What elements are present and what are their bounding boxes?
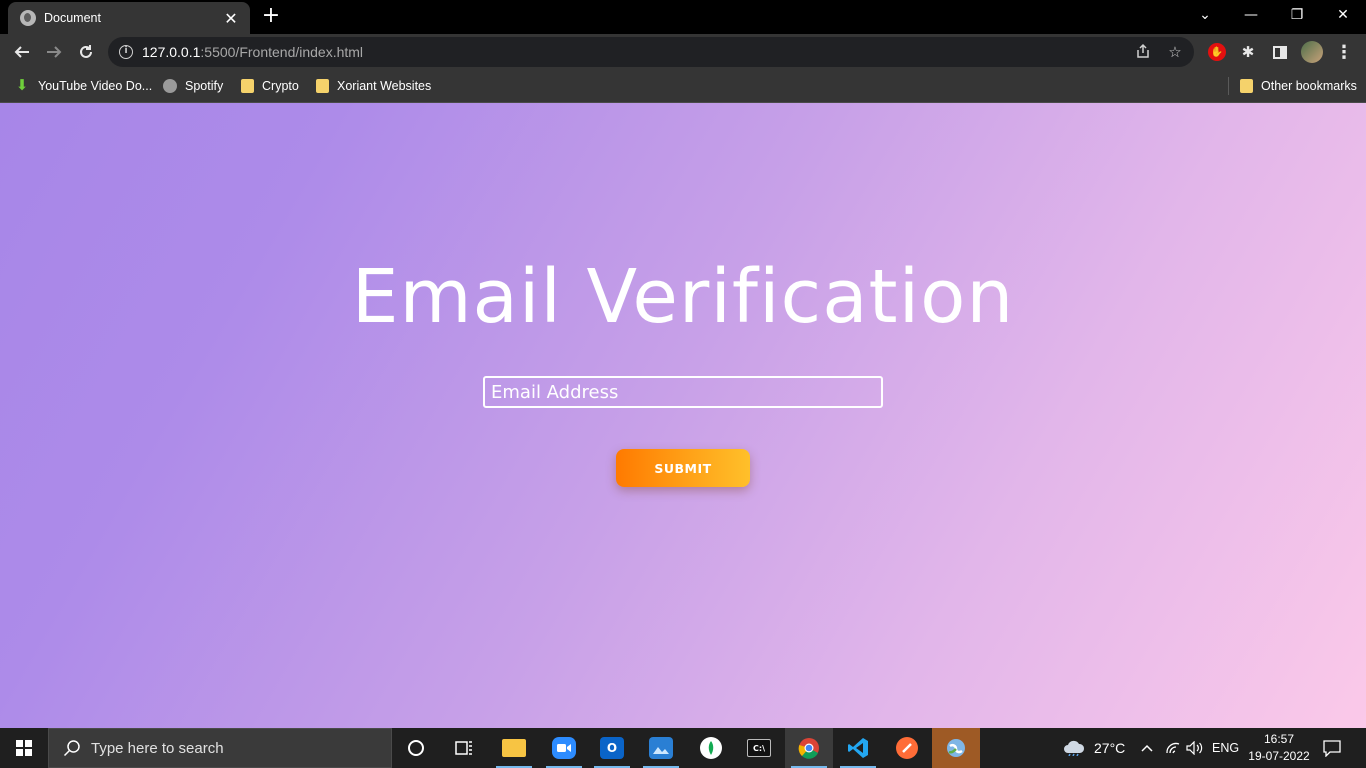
notification-icon[interactable] (1322, 728, 1342, 768)
start-button[interactable] (0, 728, 48, 768)
url-host: 127.0.0.1 (142, 44, 201, 60)
side-panel-icon[interactable] (1271, 43, 1289, 61)
windows-logo-icon (16, 740, 32, 756)
close-tab-icon[interactable]: ✕ (222, 9, 240, 28)
tab-title: Document (44, 11, 101, 25)
profile-avatar[interactable] (1301, 41, 1323, 63)
browser-menu-icon[interactable]: ⋮ (1335, 42, 1353, 63)
bookmarks-divider (1228, 77, 1229, 95)
input-language[interactable]: ENG (1212, 728, 1239, 768)
folder-icon (316, 79, 329, 93)
tab-search-icon[interactable]: ⌄ (1182, 0, 1228, 30)
adblock-extension-icon[interactable]: ✋ (1208, 43, 1226, 61)
photos-icon[interactable] (637, 728, 685, 768)
windows-taskbar: Type here to search O C:\ 27°C ENG 16:57… (0, 728, 1366, 768)
back-arrow-icon[interactable] (8, 38, 36, 66)
bookmark-spotify[interactable]: Spotify (163, 76, 223, 96)
bookmark-label: Xoriant Websites (337, 79, 432, 93)
bookmark-other-bookmarks[interactable]: Other bookmarks (1240, 76, 1357, 96)
address-bar[interactable]: i 127.0.0.1:5500/Frontend/index.html ☆ (108, 37, 1194, 67)
show-hidden-icons-icon[interactable] (1140, 728, 1154, 768)
clock-date: 19-07-2022 (1248, 749, 1310, 763)
weather-widget[interactable]: 27°C (1062, 728, 1125, 768)
bookmarks-bar: ⬇ YouTube Video Do... Spotify Crypto Xor… (0, 70, 1366, 103)
clock-time: 16:57 (1263, 732, 1295, 746)
outlook-icon[interactable]: O (588, 728, 636, 768)
bookmark-label: Other bookmarks (1261, 79, 1357, 93)
app-globe-icon[interactable] (932, 728, 980, 768)
search-placeholder: Type here to search (91, 739, 224, 757)
taskbar-search[interactable]: Type here to search (48, 728, 392, 768)
globe-icon (163, 79, 177, 93)
terminal-icon[interactable]: C:\ (735, 728, 783, 768)
extensions-puzzle-icon[interactable]: ✱ (1239, 43, 1257, 61)
url-path: :5500/Frontend/index.html (200, 44, 364, 60)
bookmark-crypto[interactable]: Crypto (241, 76, 299, 96)
volume-icon[interactable] (1186, 728, 1204, 768)
bookmark-label: YouTube Video Do... (38, 79, 153, 93)
browser-tabstrip: Document ✕ + ⌄ — ❐ ✕ (0, 0, 1366, 34)
bookmark-youtube-downloader[interactable]: ⬇ YouTube Video Do... (14, 76, 153, 96)
site-info-icon[interactable]: i (119, 45, 133, 59)
submit-button[interactable]: SUBMIT (616, 449, 750, 487)
bookmark-label: Spotify (185, 79, 224, 93)
folder-icon (241, 79, 254, 93)
weather-temperature: 27°C (1094, 740, 1126, 756)
mongodb-compass-icon[interactable] (687, 728, 735, 768)
file-explorer-icon[interactable] (490, 728, 538, 768)
minimize-button[interactable]: — (1228, 0, 1274, 30)
taskbar-clock[interactable]: 16:57 19-07-2022 (1248, 731, 1310, 765)
search-icon (63, 739, 81, 757)
url-text: 127.0.0.1:5500/Frontend/index.html (142, 44, 363, 60)
folder-icon (502, 739, 526, 757)
chrome-icon[interactable] (785, 728, 833, 768)
new-tab-button[interactable]: + (260, 5, 282, 27)
bookmark-star-icon[interactable]: ☆ (1166, 43, 1184, 61)
globe-icon (20, 10, 36, 26)
postman-icon[interactable] (883, 728, 931, 768)
share-icon[interactable] (1134, 43, 1152, 61)
page-title: Email Verification (351, 254, 1015, 340)
folder-icon (1240, 79, 1253, 93)
task-view-icon[interactable] (440, 728, 488, 768)
download-arrow-icon: ⬇ (15, 77, 29, 94)
reload-icon[interactable] (72, 38, 100, 66)
restore-button[interactable]: ❐ (1274, 0, 1320, 30)
vscode-icon[interactable] (834, 728, 882, 768)
page-content: Email Verification SUBMIT (0, 103, 1366, 728)
zoom-icon[interactable] (540, 728, 588, 768)
close-window-button[interactable]: ✕ (1320, 0, 1366, 30)
browser-tab[interactable]: Document ✕ (8, 2, 250, 34)
cortana-icon[interactable] (392, 728, 440, 768)
cloud-icon (1062, 738, 1086, 759)
bookmark-xoriant-websites[interactable]: Xoriant Websites (316, 76, 431, 96)
bookmark-label: Crypto (262, 79, 299, 93)
forward-arrow-icon[interactable] (40, 38, 68, 66)
browser-toolbar: i 127.0.0.1:5500/Frontend/index.html ☆ ✋… (0, 34, 1366, 70)
email-input[interactable] (483, 376, 883, 408)
wifi-icon[interactable] (1165, 728, 1181, 768)
